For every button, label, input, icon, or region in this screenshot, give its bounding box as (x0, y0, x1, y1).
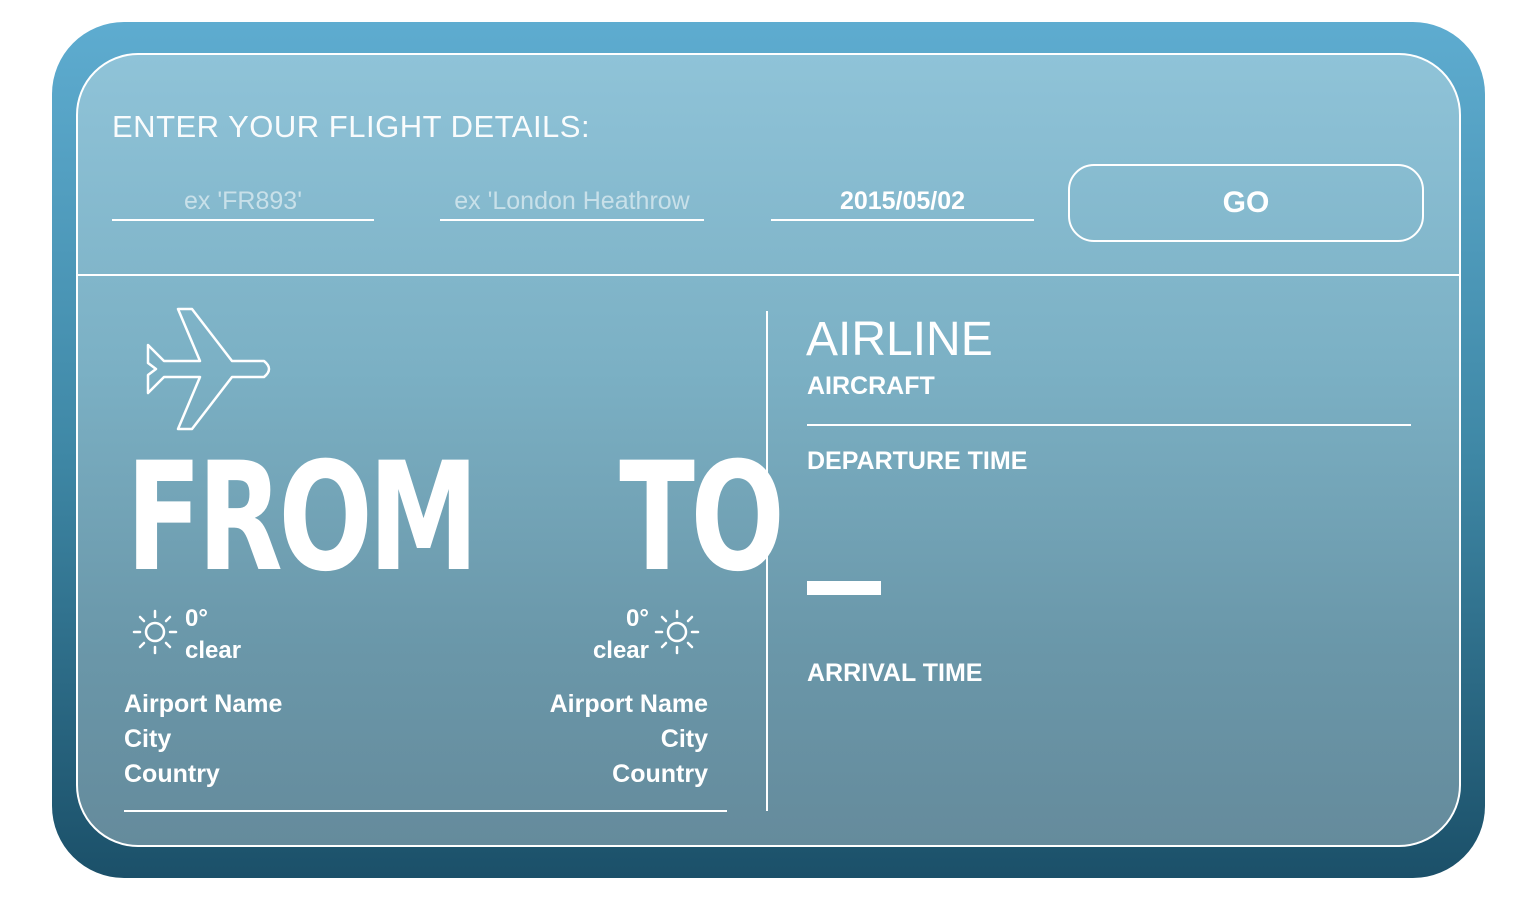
origin-city: City (124, 725, 172, 753)
destination-airport-name: Airport Name (549, 690, 708, 718)
destination-country: Country (612, 760, 708, 788)
airport-input[interactable]: ex 'London Heathrow (440, 183, 704, 221)
arrival-time-label: ARRIVAL TIME (807, 659, 983, 687)
origin-temperature: 0° (185, 605, 208, 632)
destination-condition: clear (592, 637, 649, 664)
sun-icon (132, 609, 178, 655)
destination-weather: 0° clear (578, 603, 649, 667)
origin-weather: 0° clear (185, 603, 241, 667)
from-label: FROM (126, 431, 479, 605)
section-divider (78, 274, 1459, 276)
destination-city: City (660, 725, 708, 753)
origin-airport-name: Airport Name (124, 690, 283, 718)
info-divider (807, 424, 1411, 426)
flight-number-input[interactable]: ex 'FR893' (112, 183, 374, 221)
destination-airport: Airport Name City Country (478, 687, 708, 792)
form-prompt: ENTER YOUR FLIGHT DETAILS: (112, 109, 591, 144)
boarding-pass-card: ENTER YOUR FLIGHT DETAILS: ex 'FR893' ex… (76, 53, 1461, 847)
dash-separator (807, 581, 881, 595)
date-input[interactable]: 2015/05/02 (771, 183, 1034, 221)
origin-country: Country (124, 760, 220, 788)
departure-time-label: DEPARTURE TIME (807, 447, 1028, 475)
route-divider (124, 810, 727, 812)
to-label: TO (619, 431, 785, 605)
origin-airport: Airport Name City Country (124, 687, 282, 792)
go-button[interactable]: GO (1068, 164, 1424, 242)
destination-temperature: 0° (626, 605, 649, 632)
sun-icon (654, 609, 700, 655)
airplane-icon (146, 307, 271, 431)
origin-condition: clear (185, 637, 242, 664)
vertical-divider (766, 311, 768, 811)
airline-name: AIRLINE (806, 313, 993, 366)
aircraft-type: AIRCRAFT (807, 372, 935, 400)
